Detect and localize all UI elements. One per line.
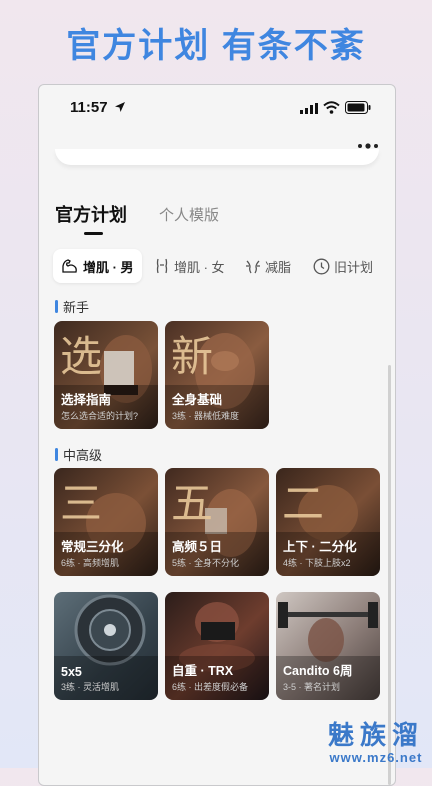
battery-icon <box>345 101 371 114</box>
phone-screen: 11:57 官方计划 个人模版 增肌 · 男 增肌 · 女 减脂 旧计划 新手 <box>38 84 396 786</box>
location-arrow-icon <box>115 102 125 112</box>
card-character: 新 <box>171 332 214 381</box>
figure-icon <box>156 258 168 274</box>
section-marker <box>55 448 58 461</box>
card-character: 三 <box>60 479 103 528</box>
tab-official-plans[interactable]: 官方计划 <box>55 201 127 227</box>
card-subtitle: 3练 · 灵活增肌 <box>61 682 120 692</box>
watermark-title: 魅族溜 <box>327 720 424 750</box>
card-title: 5x5 <box>61 665 82 679</box>
arm-icon <box>62 259 77 273</box>
section-title: 新手 <box>63 300 90 315</box>
plan-card[interactable]: Candito 6周 3-5 · 著名计划 <box>276 592 380 700</box>
filter-chip-old-plans[interactable]: 旧计划 <box>313 249 373 283</box>
plan-card[interactable]: 5x5 3练 · 灵活增肌 <box>54 592 158 700</box>
plan-card[interactable]: 三 常规三分化 6练 · 高频增肌 <box>54 468 158 576</box>
plan-card[interactable]: 新 全身基础 3练 · 器械低难度 <box>165 321 269 429</box>
status-bar: 11:57 <box>39 85 395 133</box>
card-title: Candito 6周 <box>283 664 353 678</box>
card-title: 全身基础 <box>172 393 223 407</box>
more-options-icon[interactable] <box>357 141 379 149</box>
card-subtitle: 4练 · 下肢上肢x2 <box>283 558 351 568</box>
watermark-url: www.mz6.net <box>329 750 423 765</box>
card-subtitle: 5练 · 全身不分化 <box>172 558 240 568</box>
wifi-icon <box>323 101 340 114</box>
card-character: 五 <box>171 479 214 528</box>
card-title: 上下 · 二分化 <box>283 540 357 554</box>
tab-personal-templates[interactable]: 个人模版 <box>159 204 219 225</box>
card-title: 自重 · TRX <box>172 664 234 678</box>
filter-chip-fat-loss[interactable]: 减脂 <box>245 249 291 283</box>
filter-chip-muscle-male[interactable]: 增肌 · 男 <box>53 249 142 283</box>
card-subtitle: 6练 · 高频增肌 <box>61 558 120 568</box>
section-beginner: 新手 <box>55 297 89 316</box>
card-character: 二 <box>282 479 325 528</box>
plan-card[interactable]: 选 选择指南 怎么选合适的计划? <box>54 321 158 429</box>
plan-card[interactable]: 五 高频５日 5练 · 全身不分化 <box>165 468 269 576</box>
body-icon <box>246 260 260 274</box>
filter-chip-label: 减脂 <box>265 259 292 275</box>
filter-chip-muscle-female[interactable]: 增肌 · 女 <box>154 249 225 283</box>
plan-card[interactable]: 自重 · TRX 6练 · 出差度假必备 <box>165 592 269 700</box>
card-subtitle: 3练 · 器械低难度 <box>172 411 240 421</box>
section-title: 中高级 <box>63 448 103 463</box>
filter-chip-label: 增肌 · 男 <box>83 259 134 275</box>
card-subtitle: 6练 · 出差度假必备 <box>172 682 249 692</box>
filter-chip-label: 旧计划 <box>334 259 374 275</box>
card-subtitle: 怎么选合适的计划? <box>61 411 139 421</box>
section-intermediate: 中高级 <box>55 445 102 464</box>
card-character: 选 <box>60 332 103 381</box>
card-title: 高频５日 <box>172 540 223 554</box>
section-marker <box>55 300 58 313</box>
card-subtitle: 3-5 · 著名计划 <box>283 682 341 692</box>
headline: 官方计划 有条不紊 <box>66 27 366 65</box>
signal-icon <box>300 103 318 114</box>
filter-chip-label: 增肌 · 女 <box>174 259 225 275</box>
card-title: 选择指南 <box>61 393 112 407</box>
plan-card[interactable]: 二 上下 · 二分化 4练 · 下肢上肢x2 <box>276 468 380 576</box>
top-card-edge <box>55 149 379 165</box>
active-tab-indicator <box>84 232 103 235</box>
status-time: 11:57 <box>70 99 108 116</box>
card-title: 常规三分化 <box>61 540 124 554</box>
clock-icon <box>313 258 330 274</box>
watermark: 魅族溜 www.mz6.net <box>328 720 424 766</box>
